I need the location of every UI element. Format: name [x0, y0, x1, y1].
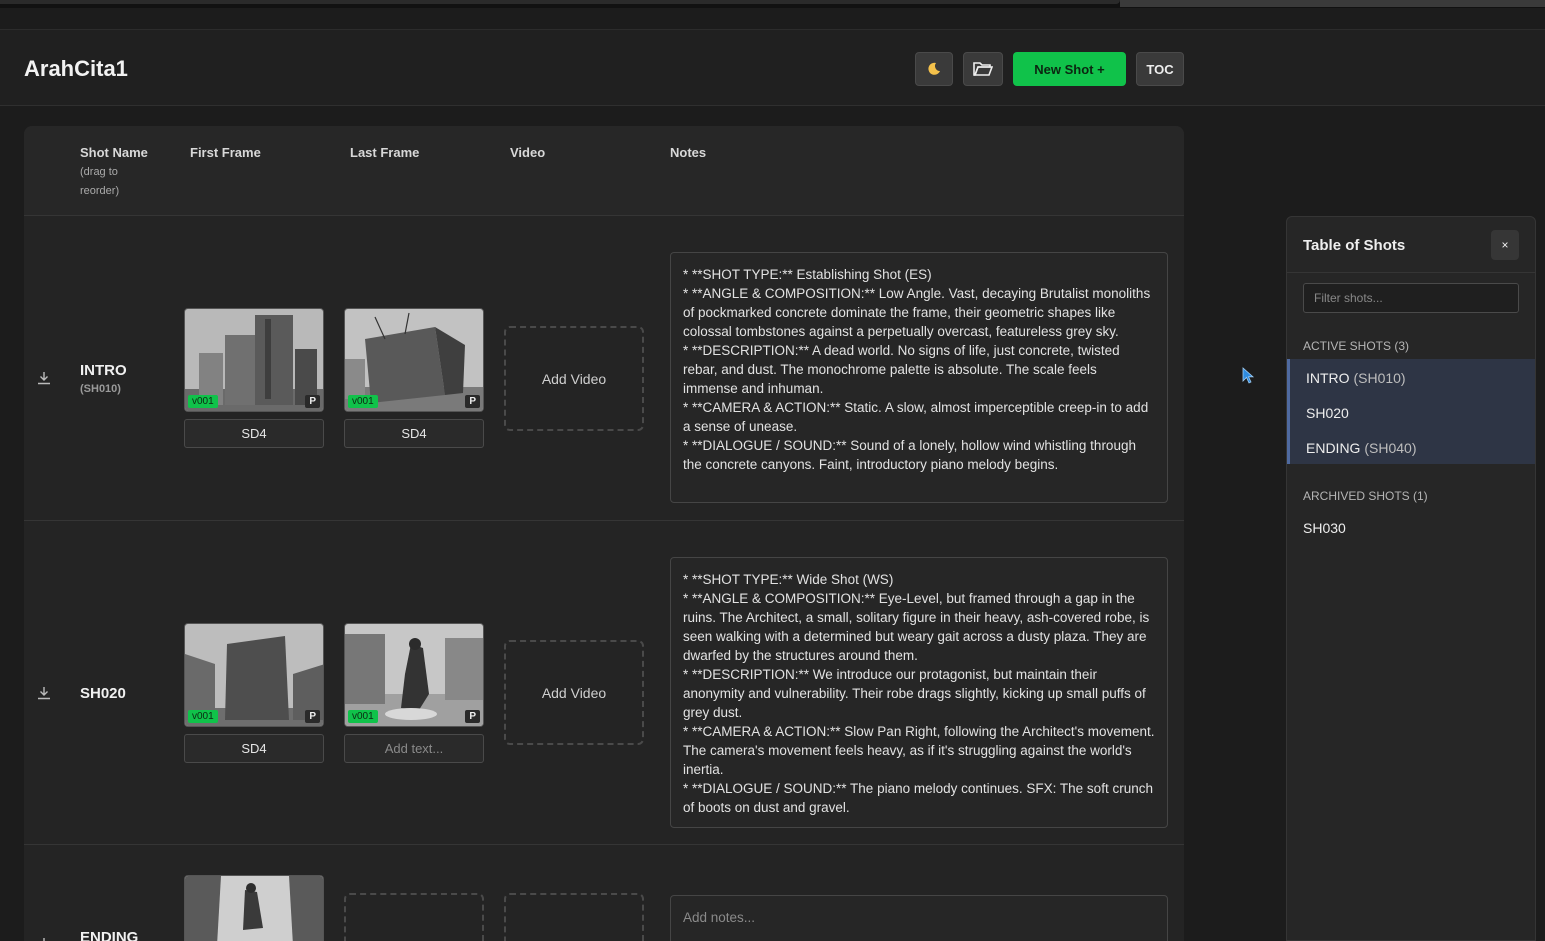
column-header-first-frame: First Frame: [190, 145, 261, 160]
version-badge: v001: [348, 710, 378, 723]
close-icon[interactable]: ×: [1491, 230, 1519, 260]
toc-item-intro[interactable]: INTRO (SH010): [1306, 370, 1406, 386]
notes-line: * **DESCRIPTION:** We introduce our prot…: [683, 667, 1146, 720]
notes-line: * **SHOT TYPE:** Establishing Shot (ES): [683, 267, 932, 282]
primary-badge: P: [305, 710, 320, 723]
column-header-notes: Notes: [670, 145, 707, 160]
add-video-button[interactable]: Add Video: [504, 326, 644, 431]
column-header-last-frame: Last Frame: [350, 145, 420, 160]
drag-handle-icon[interactable]: [37, 371, 51, 385]
folder-open-icon: [973, 62, 993, 76]
first-frame-thumbnail[interactable]: [184, 875, 324, 941]
toc-item-name: ENDING: [1306, 440, 1361, 456]
active-shots-heading: ACTIVE SHOTS (3): [1303, 339, 1410, 353]
table-header: Shot Name (drag to reorder) First Frame …: [24, 126, 1184, 216]
primary-badge: P: [465, 395, 480, 408]
figure-in-ruins-image: [185, 876, 323, 941]
drag-handle-icon[interactable]: [37, 937, 51, 941]
toc-item-sh030[interactable]: SH030: [1303, 520, 1346, 536]
browser-tab-edge: [0, 0, 1120, 4]
last-frame-label[interactable]: SD4: [344, 419, 484, 448]
browser-top-strip: [0, 0, 1545, 8]
last-frame-label-input[interactable]: Add text...: [344, 734, 484, 763]
first-frame-label[interactable]: SD4: [184, 734, 324, 763]
last-frame-thumbnail[interactable]: v001 P: [344, 623, 484, 727]
shot-name[interactable]: SH020: [80, 685, 126, 702]
mouse-cursor-icon: [1242, 367, 1255, 384]
project-title: ArahCita1: [24, 56, 128, 81]
toc-item-code: (SH040): [1364, 440, 1417, 456]
toc-toggle-button[interactable]: TOC: [1136, 52, 1184, 86]
notes-line: * **ANGLE & COMPOSITION:** Eye-Level, bu…: [683, 591, 1150, 663]
primary-badge: P: [305, 395, 320, 408]
first-frame-thumbnail[interactable]: v001 P: [184, 308, 324, 412]
notes-line: * **ANGLE & COMPOSITION:** Low Angle. Va…: [683, 286, 1151, 339]
archived-shots-heading: ARCHIVED SHOTS (1): [1303, 489, 1428, 503]
toc-item-sh020[interactable]: SH020: [1306, 405, 1349, 421]
column-header-video: Video: [510, 145, 546, 160]
notes-line: * **DIALOGUE / SOUND:** The piano melody…: [683, 781, 1153, 815]
primary-badge: P: [465, 710, 480, 723]
last-frame-thumbnail[interactable]: v001 P: [344, 308, 484, 412]
notes-field[interactable]: Add notes...: [670, 895, 1168, 941]
notes-field[interactable]: * **SHOT TYPE:** Wide Shot (WS) * **ANGL…: [670, 557, 1168, 828]
theme-toggle-button[interactable]: [915, 52, 953, 86]
toc-title: Table of Shots: [1303, 237, 1406, 254]
last-frame-dropzone[interactable]: [344, 893, 484, 941]
toc-item-ending[interactable]: ENDING (SH040): [1306, 440, 1416, 456]
notes-line: * **SHOT TYPE:** Wide Shot (WS): [683, 572, 894, 587]
table-row: INTRO (SH010) v001 P SD4 v001 P SD4 Add …: [24, 216, 1184, 521]
shot-table: Shot Name (drag to reorder) First Frame …: [24, 126, 1184, 941]
app-header: ArahCita1 New Shot + TOC: [0, 29, 1545, 106]
shot-name[interactable]: ENDING: [80, 929, 138, 941]
video-dropzone[interactable]: [504, 893, 644, 941]
toc-item-code: (SH010): [1353, 370, 1406, 386]
version-badge: v001: [188, 395, 218, 408]
filter-shots-input[interactable]: [1303, 283, 1519, 313]
first-frame-label[interactable]: SD4: [184, 419, 324, 448]
first-frame-thumbnail[interactable]: v001 P: [184, 623, 324, 727]
notes-line: * **CAMERA & ACTION:** Slow Pan Right, f…: [683, 724, 1155, 777]
table-row: ENDING Add notes...: [24, 845, 1184, 941]
shot-name[interactable]: INTRO: [80, 362, 127, 379]
toc-item-name: INTRO: [1306, 370, 1350, 386]
browser-scroll-strip: [1120, 0, 1545, 7]
add-video-button[interactable]: Add Video: [504, 640, 644, 745]
notes-line: * **DESCRIPTION:** A dead world. No sign…: [683, 343, 1120, 396]
toc-item-name: SH020: [1306, 405, 1349, 421]
open-folder-button[interactable]: [963, 52, 1003, 86]
drag-handle-icon[interactable]: [37, 686, 51, 700]
column-header-hint: (drag to reorder): [80, 166, 120, 197]
moon-icon: [928, 62, 940, 75]
toc-panel: Table of Shots × ACTIVE SHOTS (3) INTRO …: [1286, 216, 1536, 941]
toc-header: Table of Shots ×: [1287, 217, 1535, 273]
version-badge: v001: [348, 395, 378, 408]
shot-code: (SH010): [80, 383, 121, 395]
notes-line: * **DIALOGUE / SOUND:** Sound of a lonel…: [683, 438, 1136, 472]
new-shot-button[interactable]: New Shot +: [1013, 52, 1126, 86]
column-header-shot-name: Shot Name: [80, 145, 148, 160]
version-badge: v001: [188, 710, 218, 723]
notes-line: * **CAMERA & ACTION:** Static. A slow, a…: [683, 400, 1149, 434]
notes-field[interactable]: * **SHOT TYPE:** Establishing Shot (ES) …: [670, 252, 1168, 503]
table-row: SH020 v001 P SD4 v001 P Add text... Add …: [24, 521, 1184, 845]
